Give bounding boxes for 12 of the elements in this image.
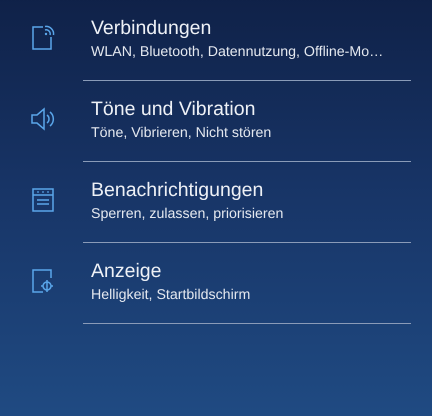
- setting-summary: Helligkeit, Startbildschirm: [91, 286, 250, 304]
- setting-summary: Sperren, zulassen, priorisieren: [91, 205, 284, 223]
- setting-title[interactable]: Töne und Vibration: [91, 97, 256, 121]
- display-settings-icon: [30, 267, 56, 295]
- speaker-icon: [30, 105, 56, 133]
- setting-title[interactable]: Benachrichtigungen: [91, 178, 264, 202]
- notification-list-icon: [30, 186, 56, 214]
- setting-summary: WLAN, Bluetooth, Datennutzung, Offline-Mo…: [91, 43, 384, 61]
- setting-summary: Töne, Vibrieren, Nicht stören: [91, 124, 272, 142]
- connection-icon: [30, 24, 56, 52]
- setting-title[interactable]: Verbindungen: [91, 16, 212, 40]
- setting-title[interactable]: Anzeige: [91, 259, 162, 283]
